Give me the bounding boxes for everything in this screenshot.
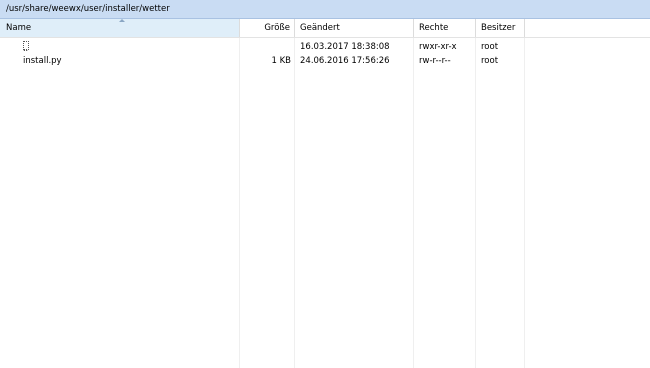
- file-size: 1 KB: [271, 56, 291, 66]
- column-header-owner[interactable]: Besitzer: [476, 19, 524, 37]
- remote-file-panel: /usr/share/weewx/user/installer/wetter N…: [0, 0, 650, 368]
- file-size: [240, 40, 291, 54]
- column-header-owner-label: Besitzer: [481, 23, 516, 33]
- file-rights: rw-r--r--: [419, 56, 451, 66]
- column-header-modified-label: Geändert: [300, 23, 340, 33]
- column-header-row: Name Größe Geändert Rechte Besitzer: [0, 19, 650, 38]
- column-grid-line: [524, 38, 525, 368]
- column-header-name[interactable]: Name: [0, 19, 239, 37]
- path-text: /usr/share/weewx/user/installer/wetter: [6, 4, 170, 14]
- column-header-rights[interactable]: Rechte: [414, 19, 475, 37]
- column-divider[interactable]: [524, 19, 525, 37]
- file-row-install-py[interactable]: install.py 1 KB 24.06.2016 17:56:26 rw-r…: [0, 54, 650, 68]
- file-modified: 24.06.2016 17:56:26: [300, 56, 390, 66]
- parent-directory-icon: [23, 41, 29, 53]
- file-modified: 16.03.2017 18:38:08: [300, 42, 390, 52]
- column-header-name-label: Name: [6, 23, 32, 33]
- column-header-rights-label: Rechte: [419, 23, 449, 33]
- column-grid-line: [294, 38, 295, 368]
- file-row-parent-directory[interactable]: 16.03.2017 18:38:08 rwxr-xr-x root: [0, 40, 650, 54]
- column-grid-line: [239, 38, 240, 368]
- file-name-cell: [23, 40, 29, 54]
- column-header-size-label: Größe: [264, 23, 290, 33]
- column-header-modified[interactable]: Geändert: [295, 19, 413, 37]
- file-rights: rwxr-xr-x: [419, 42, 457, 52]
- column-grid-line: [475, 38, 476, 368]
- column-header-size[interactable]: Größe: [240, 19, 293, 37]
- path-bar[interactable]: /usr/share/weewx/user/installer/wetter: [0, 0, 650, 19]
- column-grid-line: [413, 38, 414, 368]
- file-owner: root: [481, 56, 499, 66]
- file-owner: root: [481, 42, 499, 52]
- sort-ascending-icon: [119, 19, 125, 22]
- file-name: install.py: [23, 56, 62, 66]
